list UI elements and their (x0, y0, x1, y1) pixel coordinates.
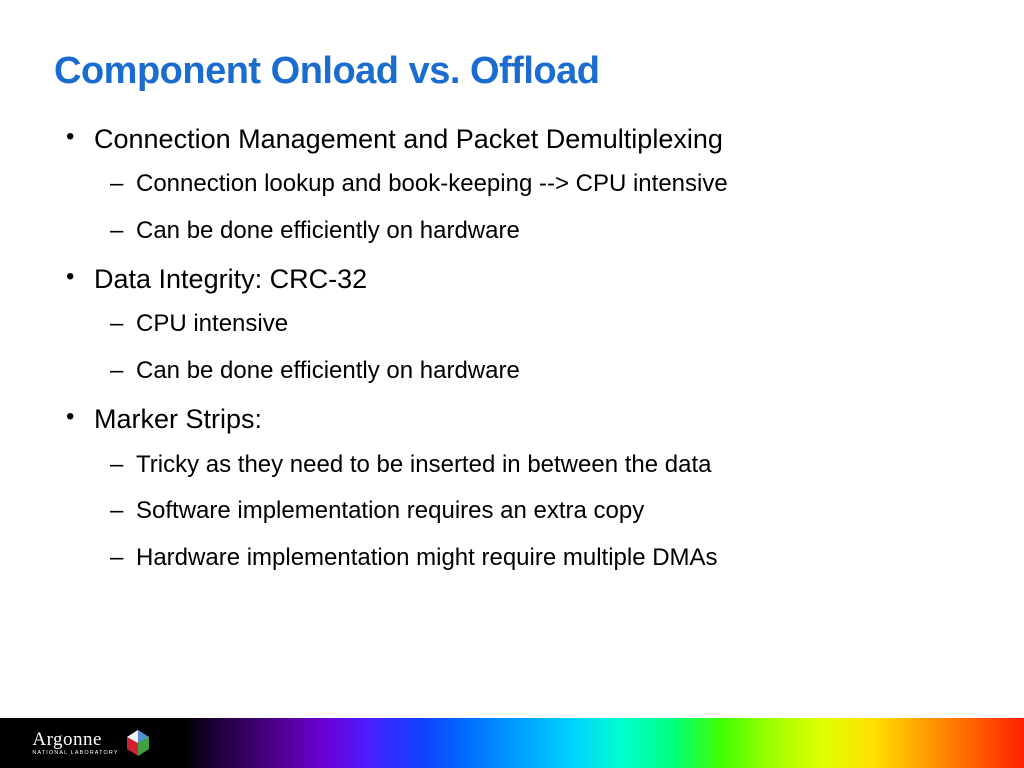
bullet-level2: Can be done efficiently on hardware (54, 214, 970, 249)
bullet-level2: Tricky as they need to be inserted in be… (54, 448, 970, 483)
bullet-level1: Connection Management and Packet Demulti… (54, 121, 970, 157)
slide-footer: Argonne NATIONAL LABORATORY (0, 718, 1024, 768)
org-name: Argonne (32, 730, 102, 749)
bullet-level2: CPU intensive (54, 307, 970, 342)
bullet-level2: Connection lookup and book-keeping --> C… (54, 167, 970, 202)
bullet-level2: Hardware implementation might require mu… (54, 541, 970, 576)
footer-branding: Argonne NATIONAL LABORATORY (0, 718, 185, 768)
org-name-block: Argonne NATIONAL LABORATORY (32, 730, 118, 756)
bullet-level2: Software implementation requires an extr… (54, 494, 970, 529)
bullet-level2: Can be done efficiently on hardware (54, 354, 970, 389)
slide-title: Component Onload vs. Offload (54, 50, 970, 93)
bullet-level1: Data Integrity: CRC-32 (54, 261, 970, 297)
spectrum-bar (185, 718, 1024, 768)
argonne-logo-icon (123, 728, 153, 758)
slide-content: Component Onload vs. Offload Connection … (0, 0, 1024, 576)
bullet-list: Connection Management and Packet Demulti… (54, 121, 970, 576)
bullet-level1: Marker Strips: (54, 401, 970, 437)
org-subtitle: NATIONAL LABORATORY (32, 750, 118, 756)
